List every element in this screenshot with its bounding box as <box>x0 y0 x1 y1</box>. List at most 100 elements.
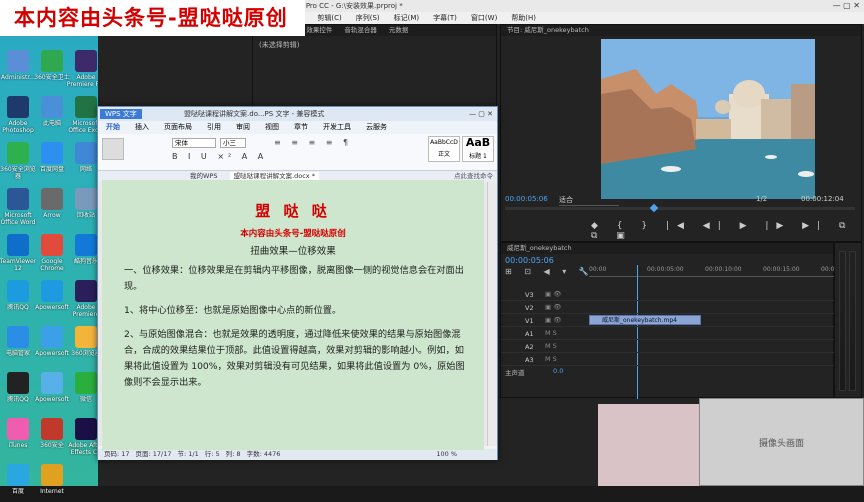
timeline-tab[interactable]: 威尼斯_onekeybatch <box>501 243 833 254</box>
ribbon-tab[interactable]: 插入 <box>135 123 149 131</box>
track-label: V2 <box>525 304 534 312</box>
ribbon-tab[interactable]: 开始 <box>106 123 120 131</box>
fit-dropdown[interactable]: 适合 <box>559 195 619 206</box>
timeline-track[interactable]: A2 M S <box>501 341 835 353</box>
desktop-icon[interactable]: 360浏览器 <box>0 320 101 364</box>
status-item: 页码: 17 <box>104 450 130 458</box>
track-label: V3 <box>525 291 534 299</box>
desktop-icon[interactable]: Adobe After Effects CC <box>0 412 104 456</box>
menu-item[interactable]: 标记(M) <box>394 14 420 22</box>
app-icon <box>75 188 97 210</box>
menu-item[interactable]: 序列(S) <box>356 14 380 22</box>
ribbon-tab[interactable]: 视图 <box>265 123 279 131</box>
menu-item[interactable]: 剪辑(C) <box>317 14 341 22</box>
doc-paragraph-1: 一、位移效果：位移效果是在剪辑内平移图像，脱离图像一侧的视觉信息会在对面出现。 <box>124 265 464 292</box>
ribbon-tab[interactable]: 审阅 <box>236 123 250 131</box>
style-heading1[interactable]: AaB 标题 1 <box>462 136 494 162</box>
timeline-track[interactable]: V2 ▣ 👁 <box>501 302 835 314</box>
doc-title: 盟 哒 哒 <box>255 202 331 220</box>
track-toggle-icon[interactable]: ▣ 👁 <box>545 290 561 298</box>
program-timecode[interactable]: 00:00:05:06 <box>505 195 548 203</box>
desktop-icon[interactable]: 酷狗音乐 <box>0 228 98 272</box>
watermark-banner: 本内容由头条号-盟哒哒原创 <box>0 0 305 36</box>
app-icon <box>75 280 97 302</box>
ribbon-tab[interactable]: 章节 <box>294 123 308 131</box>
panel-tab[interactable]: 效果控件 <box>306 26 332 34</box>
style-heading1-sample: AaB <box>465 136 491 149</box>
desktop-icon[interactable]: 回收站 <box>0 182 98 226</box>
webcam-label: 摄像头画面 <box>758 438 804 449</box>
status-item: 页面: 17/17 <box>135 450 172 458</box>
track-label: A2 <box>525 343 534 351</box>
doc-tab-current[interactable]: 盟哒哒课程讲解文案.docx * <box>229 172 319 180</box>
track-toggle-icon[interactable]: ▣ 👁 <box>545 316 561 324</box>
doc-heading: 扭曲效果—位移效果 <box>250 246 336 257</box>
ribbon-tab[interactable]: 引用 <box>207 123 221 131</box>
timeline-track[interactable]: A1 M S <box>501 328 835 340</box>
ruler-tick: 00:00:15:00 <box>763 266 800 273</box>
format-buttons[interactable]: B I U ×² A A <box>172 152 267 161</box>
master-track-value[interactable]: 0.0 <box>553 367 563 375</box>
doc-tab-mywps[interactable]: 我的WPS <box>190 172 217 180</box>
wps-app-button[interactable]: WPS 文字 <box>100 109 142 119</box>
font-size-select[interactable]: 小三 <box>220 138 246 148</box>
doc-paragraph-3: 2、与原始图像混合：也就是效果的透明度，通过降低来使效果的结果与原始图像混合，合… <box>124 329 465 388</box>
paragraph-buttons[interactable]: ≡ ≡ ≡ ≡ ¶ <box>274 138 352 147</box>
app-icon <box>75 372 97 394</box>
track-toggle-icon[interactable]: M S <box>545 355 557 363</box>
no-clip-text: (未选择剪辑) <box>259 41 300 49</box>
status-item: 字数: 4476 <box>246 450 281 458</box>
timeline-track[interactable]: A3 M S <box>501 354 835 366</box>
doc-paragraph-2: 1、将中心位移至：也就是原始图像中心点的新位置。 <box>124 305 342 316</box>
desktop-icon[interactable]: Internet <box>0 458 98 502</box>
wps-status-bar: 页码: 17 页面: 17/17 节: 1/1 行: 5 列: 8 字数: 4476 100… <box>98 449 497 460</box>
vertical-scrollbar[interactable] <box>487 182 497 446</box>
style-normal[interactable]: AaBbCcD 正文 <box>428 136 460 162</box>
desktop-icon[interactable]: Microsoft Office Excel <box>0 90 104 134</box>
timeline-ruler[interactable]: 00:0000:00:05:0000:00:10:0000:00:15:0000… <box>589 265 858 277</box>
timeline-timecode[interactable]: 00:00:05:06 <box>505 256 554 265</box>
menu-item[interactable]: 窗口(W) <box>471 14 497 22</box>
ruler-tick: 00:00 <box>589 266 607 273</box>
window-controls[interactable]: — ▢ ✕ <box>833 0 860 12</box>
ribbon-tab[interactable]: 云服务 <box>366 123 387 131</box>
status-item: 节: 1/1 <box>177 450 199 458</box>
ruler-tick: 00:00:10:00 <box>705 266 742 273</box>
doc-subtitle: 本内容由头条号-盟哒哒原创 <box>240 229 346 239</box>
program-scrubber[interactable] <box>505 207 855 210</box>
video-clip[interactable]: 威尼斯_onekeybatch.mp4 <box>589 315 701 325</box>
track-label: A3 <box>525 356 534 364</box>
ribbon-tab[interactable]: 页面布局 <box>164 123 192 131</box>
menu-item[interactable]: 字幕(T) <box>433 14 457 22</box>
panel-tab[interactable]: 元数据 <box>389 26 409 34</box>
program-duration: 00:00:12:04 <box>801 195 844 203</box>
desktop-icon[interactable]: Adobe Premiere Pro CC <box>0 44 105 88</box>
document-page[interactable]: 盟 哒 哒 本内容由头条号-盟哒哒原创 扭曲效果—位移效果 一、位移效果：位移效… <box>102 180 484 450</box>
playhead-icon[interactable] <box>649 203 659 213</box>
quality-dropdown[interactable]: 1/2 <box>756 195 767 203</box>
desktop-icon[interactable]: 微信 <box>0 366 98 410</box>
video-overlay <box>598 404 699 486</box>
ribbon-tab[interactable]: 开发工具 <box>323 123 351 131</box>
app-icon <box>75 50 97 72</box>
timeline-tools[interactable]: ⊞ ⊡ ◀ ▾ 🔧 <box>505 267 594 276</box>
desktop-icon[interactable]: 网络 <box>0 136 98 180</box>
program-monitor: 节目: 威尼斯_onekeybatch 00:00:05:06 适合 1/2 0… <box>500 24 862 242</box>
transport-controls[interactable]: ◆ { } |◀ ◀| ▶ |▶ ▶| ⧉ ⧉ ▣ <box>591 221 861 241</box>
paste-icon[interactable] <box>102 138 124 160</box>
desktop-icon[interactable]: Adobe Premiere <box>0 274 99 318</box>
app-icon <box>75 418 97 440</box>
panel-tab[interactable]: 音轨混合器 <box>344 26 377 34</box>
status-item: 行: 5 <box>204 450 220 458</box>
timeline-track[interactable]: V3 ▣ 👁 <box>501 289 835 301</box>
font-family-select[interactable]: 宋体 <box>172 138 216 148</box>
track-toggle-icon[interactable]: M S <box>545 342 557 350</box>
audio-meters <box>834 242 862 398</box>
wps-window-controls[interactable]: — ▢ ✕ <box>469 107 493 121</box>
zoom-level[interactable]: 100 % <box>436 449 457 460</box>
track-toggle-icon[interactable]: M S <box>545 329 557 337</box>
program-video <box>601 39 815 199</box>
menu-item[interactable]: 帮助(H) <box>511 14 536 22</box>
track-toggle-icon[interactable]: ▣ 👁 <box>545 303 561 311</box>
program-tab[interactable]: 节目: 威尼斯_onekeybatch <box>501 25 861 36</box>
